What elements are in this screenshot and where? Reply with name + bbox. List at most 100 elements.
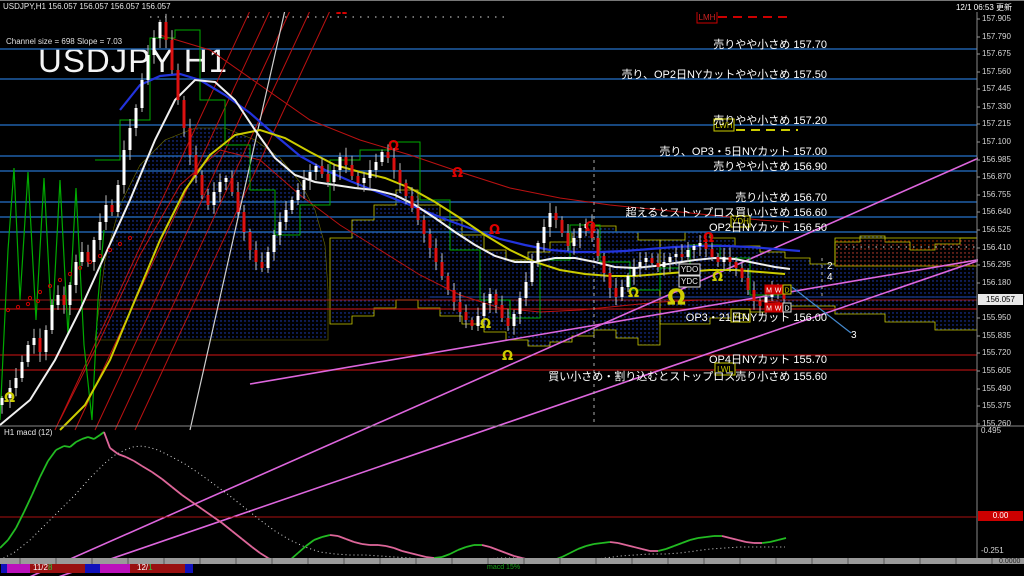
price-axis-label: 156.410 xyxy=(982,243,1011,252)
macd-line-segment xyxy=(705,535,715,538)
macd-line-segment xyxy=(7,527,17,541)
macd-current-value-box: 0.00 xyxy=(978,511,1023,521)
wave-count-number: 4 xyxy=(827,272,833,283)
macd-line-segment xyxy=(641,548,651,552)
macd-line-segment xyxy=(745,541,755,544)
price-annotation: 売り小さめ 156.70 xyxy=(735,192,827,204)
macd-line-segment xyxy=(0,539,9,549)
macd-line-segment xyxy=(39,460,49,478)
macd-line-segment xyxy=(737,539,747,543)
price-axis-label: 155.375 xyxy=(982,401,1011,410)
macd-line-segment xyxy=(109,447,119,455)
macd-line-segment xyxy=(441,553,451,558)
macd-line-segment xyxy=(393,547,403,552)
macd-note-text: macd 15% xyxy=(487,564,521,571)
macd-line-segment xyxy=(361,543,371,546)
red-dot-marker xyxy=(15,304,21,310)
macd-line-segment xyxy=(171,486,183,496)
red-dot-marker xyxy=(25,301,31,307)
omega-signal-yellow: Ω xyxy=(4,391,15,406)
price-axis-label: 156.525 xyxy=(982,225,1011,234)
macd-line-segment xyxy=(769,539,779,543)
macd-line-segment xyxy=(151,471,163,480)
macd-line-segment xyxy=(47,449,57,462)
price-axis-label: 155.950 xyxy=(982,313,1011,322)
price-axis-label: 157.560 xyxy=(982,67,1011,76)
macd-line-segment xyxy=(87,436,95,440)
price-axis-label: 155.720 xyxy=(982,348,1011,357)
timeframe-chip-label: W xyxy=(775,288,782,295)
price-axis-label: 156.755 xyxy=(982,190,1011,199)
price-axis-label: 157.330 xyxy=(982,102,1011,111)
red-dot-marker xyxy=(35,298,41,304)
macd-line-segment xyxy=(117,453,127,458)
level-tag-label: LMH xyxy=(699,13,716,22)
omega-signal-red: Ω xyxy=(388,139,399,154)
chart-canvas[interactable]: ΩΩΩΩΩΩΩΩΩΩΩΩLMHLWHYDHYDOYDCYDLLWLMWDMWD2… xyxy=(0,0,1024,576)
macd-line-segment xyxy=(251,546,261,554)
wave-count-number: 3 xyxy=(851,330,857,341)
macd-line-segment xyxy=(241,538,253,548)
macd-line-segment xyxy=(697,536,707,539)
omega-signal-yellow: Ω xyxy=(628,286,639,301)
level-tag-label: YDC xyxy=(681,277,698,286)
macd-line-segment xyxy=(23,494,33,513)
macd-line-segment xyxy=(433,556,443,559)
session-segment xyxy=(1,564,7,573)
price-annotation: 売りやや小さめ 157.20 xyxy=(713,115,827,127)
omega-signal-red: Ω xyxy=(585,220,596,235)
macd-line-segment xyxy=(425,556,435,559)
macd-line-segment xyxy=(625,544,635,548)
timeframe-chip-label: D xyxy=(784,288,789,295)
session-segment xyxy=(185,564,193,573)
sub-window-value: 0.0000 xyxy=(999,558,1021,565)
price-axis-label: 156.295 xyxy=(982,260,1011,269)
macd-line-segment xyxy=(103,431,111,449)
omega-signal-red: Ω xyxy=(452,166,463,181)
price-annotation: 売り、OP3・5日NYカット 157.00 xyxy=(659,146,827,158)
macd-line-segment xyxy=(481,544,491,548)
wave-count-number: 2 xyxy=(827,261,833,272)
price-annotation: 買い小さめ・割り込むとストップロス売り小さめ 155.60 xyxy=(548,371,827,383)
macd-line-segment xyxy=(657,548,667,552)
macd-line-segment xyxy=(329,534,339,537)
macd-line-segment xyxy=(401,550,411,554)
macd-line-segment xyxy=(681,539,691,544)
price-axis-label: 155.490 xyxy=(982,384,1011,393)
macd-line-segment xyxy=(505,552,515,557)
price-axis-label: 156.180 xyxy=(982,278,1011,287)
timeframe-chip-label: M xyxy=(766,288,772,295)
price-annotation: OP4日NYカット 155.70 xyxy=(709,354,827,366)
red-dot-marker xyxy=(5,307,11,313)
red-dot-marker xyxy=(97,253,103,259)
macd-line-segment xyxy=(133,460,143,467)
omega-signal-yellow: Ω xyxy=(712,270,723,285)
macd-line-segment xyxy=(141,465,153,473)
macd-line-segment xyxy=(259,552,269,559)
red-dot-marker xyxy=(27,295,33,301)
price-axis-label: 157.790 xyxy=(982,32,1011,41)
omega-signal-red: Ω xyxy=(489,223,500,238)
price-axis-label: 156.870 xyxy=(982,172,1011,181)
session-segment xyxy=(100,564,130,573)
price-annotation: 売りやや小さめ 157.70 xyxy=(713,39,827,51)
macd-line-segment xyxy=(385,545,395,549)
macd-line-segment xyxy=(593,542,603,545)
omega-signal-yellow: Ω xyxy=(480,317,491,332)
session-segment xyxy=(85,564,100,573)
price-annotation: 超えるとストップロス買い小さめ 156.60 xyxy=(625,207,827,219)
price-axis-label: 155.605 xyxy=(982,366,1011,375)
macd-line-segment xyxy=(633,546,643,550)
macd-line-segment xyxy=(75,438,83,443)
price-axis-label: 157.675 xyxy=(982,49,1011,58)
last-update-timestamp: 12/1 06:53 更新 xyxy=(955,3,1012,12)
macd-line-segment xyxy=(569,548,579,554)
macd-line-segment xyxy=(181,494,193,503)
macd-line-segment xyxy=(345,538,355,543)
price-annotation: 売り、OP2日NYカットやや小さめ 157.50 xyxy=(621,69,827,81)
macd-line-segment xyxy=(585,543,595,547)
macd-line-segment xyxy=(63,445,71,448)
macd-line-segment xyxy=(777,537,787,541)
session-segment xyxy=(7,564,30,573)
macd-line-segment xyxy=(577,545,587,550)
